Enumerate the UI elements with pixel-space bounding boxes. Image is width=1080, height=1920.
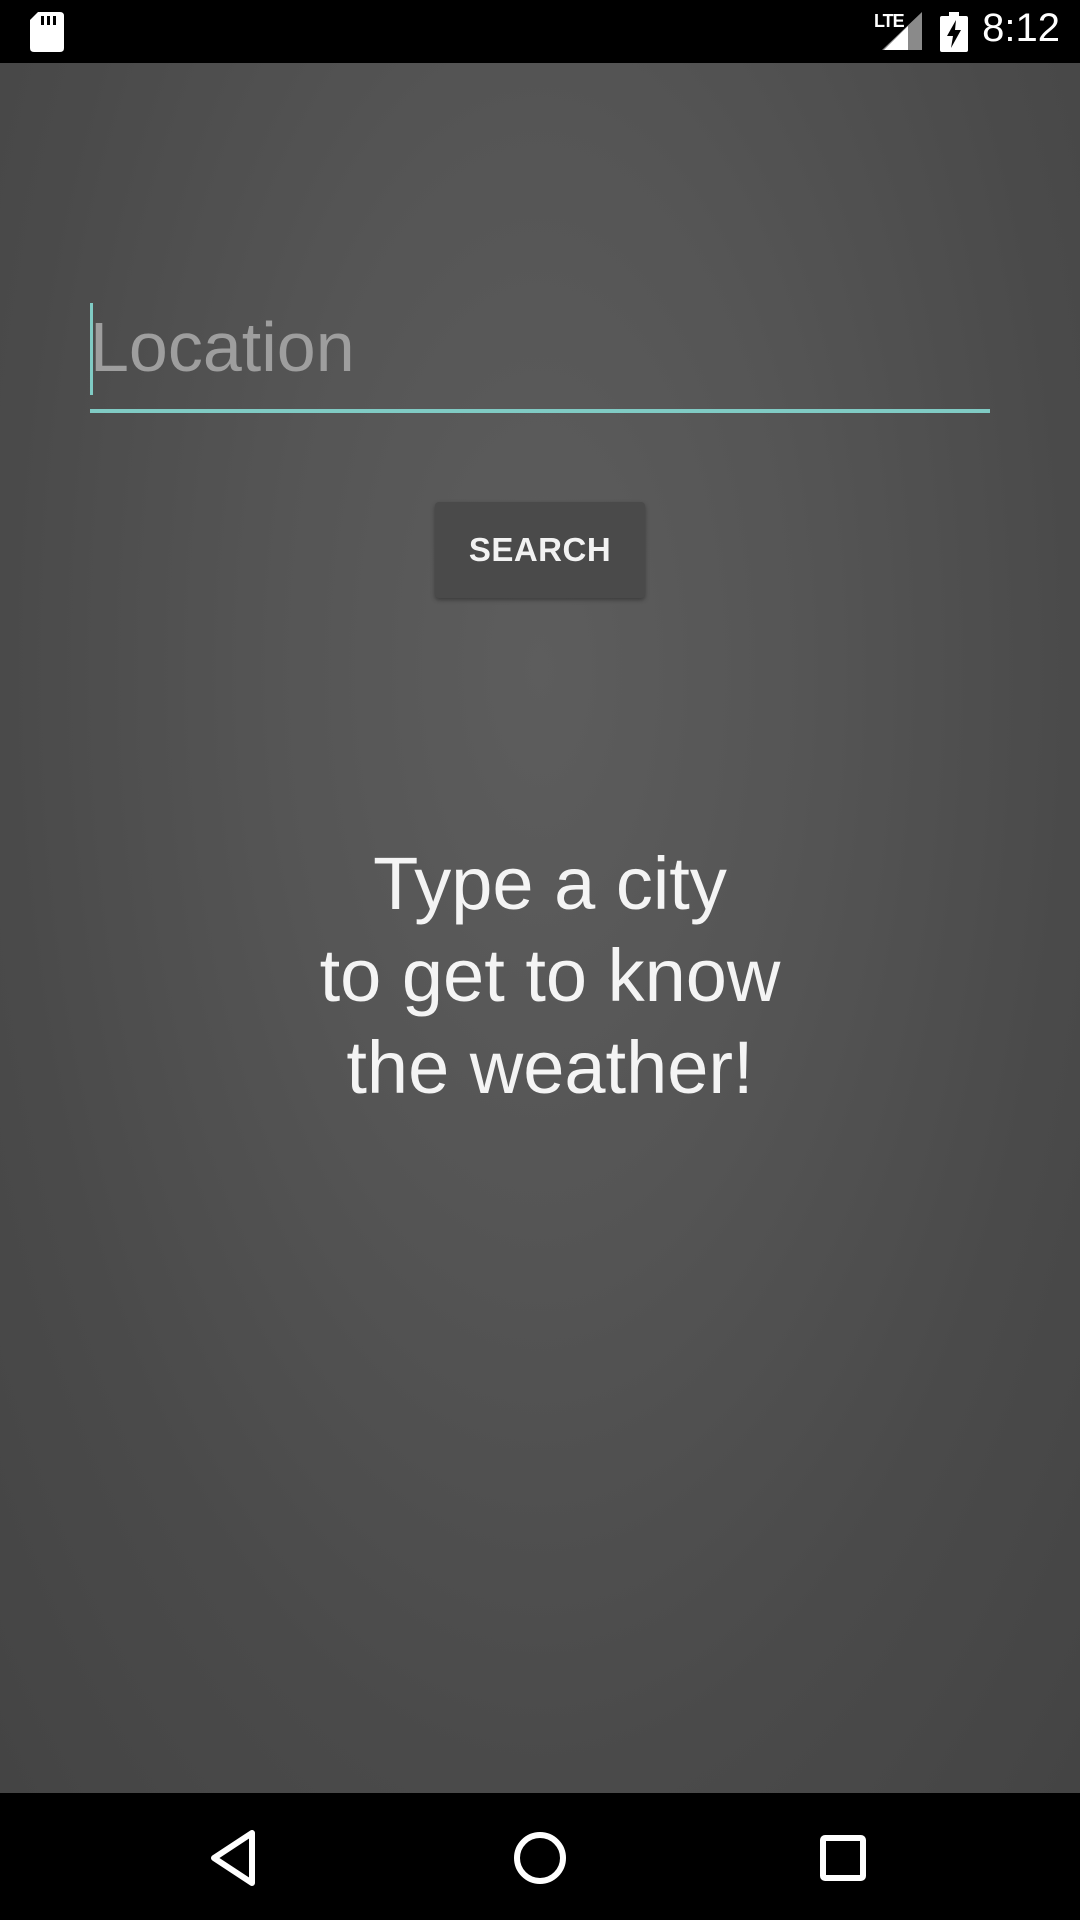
hint-line-2: to get to know (319, 934, 781, 1017)
recents-icon[interactable] (808, 1823, 878, 1893)
sd-card-icon (30, 12, 64, 52)
search-button[interactable]: SEARCH (435, 502, 645, 598)
hint-line-3: the weather! (346, 1026, 754, 1109)
signal-icon (882, 12, 922, 50)
navigation-bar (0, 1793, 1080, 1920)
status-clock: 8:12 (982, 6, 1060, 50)
location-field-underline (90, 409, 990, 413)
empty-state-message: Type a city to get to know the weather! (190, 838, 910, 1114)
text-cursor (90, 303, 93, 395)
hint-line-1: Type a city (373, 842, 727, 925)
status-bar: LTE 8:12 (0, 0, 1080, 63)
battery-charging-icon (940, 12, 968, 52)
location-input[interactable] (90, 297, 990, 397)
location-field[interactable] (90, 297, 990, 401)
back-icon[interactable] (200, 1823, 270, 1893)
weather-search-screen: SEARCH Type a city to get to know the we… (0, 63, 1080, 1793)
home-icon[interactable] (505, 1823, 575, 1893)
